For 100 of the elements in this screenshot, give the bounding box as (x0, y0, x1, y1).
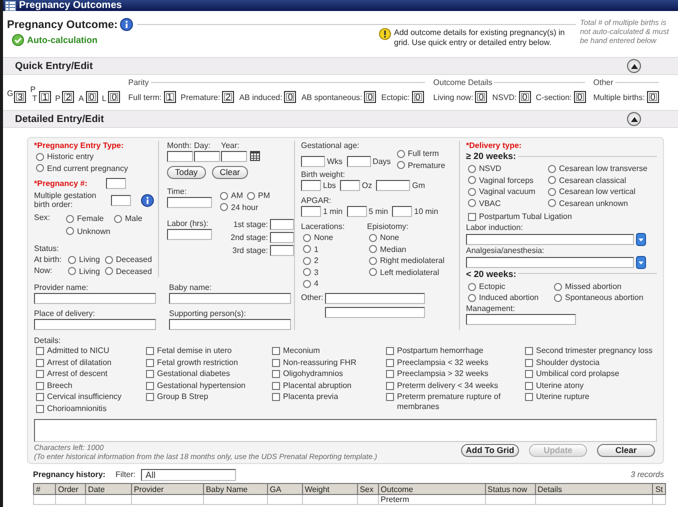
radio-button[interactable] (303, 268, 311, 276)
checkbox[interactable] (146, 370, 154, 378)
radio-button[interactable] (220, 192, 228, 200)
column-header[interactable]: Sex (357, 484, 378, 494)
radio-button[interactable] (68, 267, 76, 276)
checkbox[interactable] (146, 358, 154, 366)
info-icon[interactable] (141, 194, 154, 206)
text-field[interactable] (106, 178, 126, 189)
collapse-button[interactable] (627, 59, 641, 73)
checkbox[interactable] (525, 358, 533, 366)
text-field[interactable] (194, 151, 220, 162)
radio-button[interactable] (468, 176, 476, 184)
column-header[interactable]: Order (55, 484, 86, 494)
radio-button[interactable] (104, 256, 113, 264)
number-field[interactable]: 0 (646, 91, 659, 103)
radio-button[interactable] (369, 256, 377, 265)
column-header[interactable]: Status now (485, 484, 536, 494)
dropdown-field[interactable] (466, 256, 634, 268)
text-field[interactable] (167, 229, 212, 240)
checkbox[interactable] (146, 382, 154, 390)
checkbox[interactable] (386, 347, 394, 355)
checkbox[interactable] (272, 382, 280, 390)
column-header[interactable]: GA (267, 484, 302, 494)
checkbox[interactable] (525, 370, 533, 378)
column-header[interactable]: Outcome (378, 484, 486, 494)
number-field[interactable]: 2 (222, 91, 234, 103)
radio-button[interactable] (303, 245, 311, 254)
checkbox[interactable] (386, 370, 394, 378)
number-field[interactable]: 0 (364, 91, 376, 103)
checkbox[interactable] (525, 347, 533, 355)
radio-button[interactable] (68, 256, 76, 264)
radio-button[interactable] (36, 152, 44, 161)
number-field[interactable]: 1 (164, 91, 176, 103)
radio-button[interactable] (303, 234, 311, 242)
column-header[interactable]: Weight (302, 484, 358, 494)
text-field[interactable] (301, 206, 321, 217)
column-header[interactable]: Date (85, 484, 132, 494)
text-field[interactable] (270, 245, 294, 256)
text-field[interactable] (392, 206, 412, 217)
text-field[interactable] (301, 156, 325, 166)
form-button[interactable]: Clear (597, 444, 655, 457)
text-field[interactable] (346, 206, 367, 217)
checkbox[interactable] (36, 370, 44, 378)
column-header[interactable]: Details (535, 484, 653, 494)
text-field[interactable] (111, 194, 132, 206)
text-field[interactable] (169, 293, 291, 304)
checkbox[interactable] (36, 382, 44, 390)
column-header[interactable]: Provider (131, 484, 204, 494)
checkbox[interactable] (36, 404, 44, 412)
comments-field[interactable] (34, 419, 657, 442)
radio-button[interactable] (468, 199, 476, 208)
checkbox[interactable] (468, 212, 476, 221)
radio-button[interactable] (554, 282, 562, 290)
radio-button[interactable] (468, 282, 476, 290)
checkbox[interactable] (272, 393, 280, 401)
text-field[interactable] (301, 180, 321, 191)
form-button[interactable]: Today (167, 166, 206, 179)
checkbox[interactable] (146, 347, 154, 355)
checkbox[interactable] (386, 382, 394, 390)
text-field[interactable] (167, 151, 193, 162)
number-field[interactable]: 0 (412, 91, 424, 103)
text-field[interactable] (34, 293, 156, 304)
calendar-icon[interactable] (250, 150, 260, 161)
column-header[interactable]: St (652, 484, 666, 494)
checkbox[interactable] (36, 358, 44, 366)
text-field[interactable] (466, 314, 576, 325)
dropdown-field[interactable] (466, 234, 634, 245)
checkbox[interactable] (272, 358, 280, 366)
number-field[interactable]: 3 (14, 91, 26, 103)
radio-button[interactable] (66, 214, 74, 223)
number-field[interactable]: 0 (86, 91, 98, 103)
radio-button[interactable] (468, 294, 476, 302)
checkbox[interactable] (272, 347, 280, 355)
radio-button[interactable] (468, 164, 476, 173)
text-field[interactable] (376, 180, 410, 191)
number-field[interactable]: 0 (518, 91, 531, 103)
number-field[interactable]: 0 (284, 91, 296, 103)
form-button[interactable]: Add To Grid (461, 444, 519, 457)
checkbox[interactable] (146, 393, 154, 401)
dropdown-button[interactable] (636, 256, 646, 269)
radio-button[interactable] (369, 245, 377, 254)
text-field[interactable] (221, 151, 247, 162)
number-field[interactable]: 0 (108, 91, 120, 103)
radio-button[interactable] (114, 214, 122, 223)
radio-button[interactable] (554, 294, 562, 302)
form-button[interactable]: Clear (212, 166, 248, 179)
text-field[interactable] (325, 306, 426, 318)
radio-button[interactable] (36, 164, 44, 172)
radio-button[interactable] (303, 280, 311, 288)
radio-button[interactable] (548, 188, 556, 196)
radio-button[interactable] (104, 267, 113, 276)
column-header[interactable]: Baby Name (203, 484, 268, 494)
number-field[interactable]: 0 (574, 91, 586, 103)
filter-field[interactable]: All (141, 468, 236, 480)
radio-button[interactable] (468, 188, 476, 196)
radio-button[interactable] (548, 164, 556, 173)
text-field[interactable] (270, 232, 294, 243)
text-field[interactable] (270, 219, 294, 230)
text-field[interactable] (340, 180, 360, 191)
collapse-button[interactable] (627, 112, 641, 126)
